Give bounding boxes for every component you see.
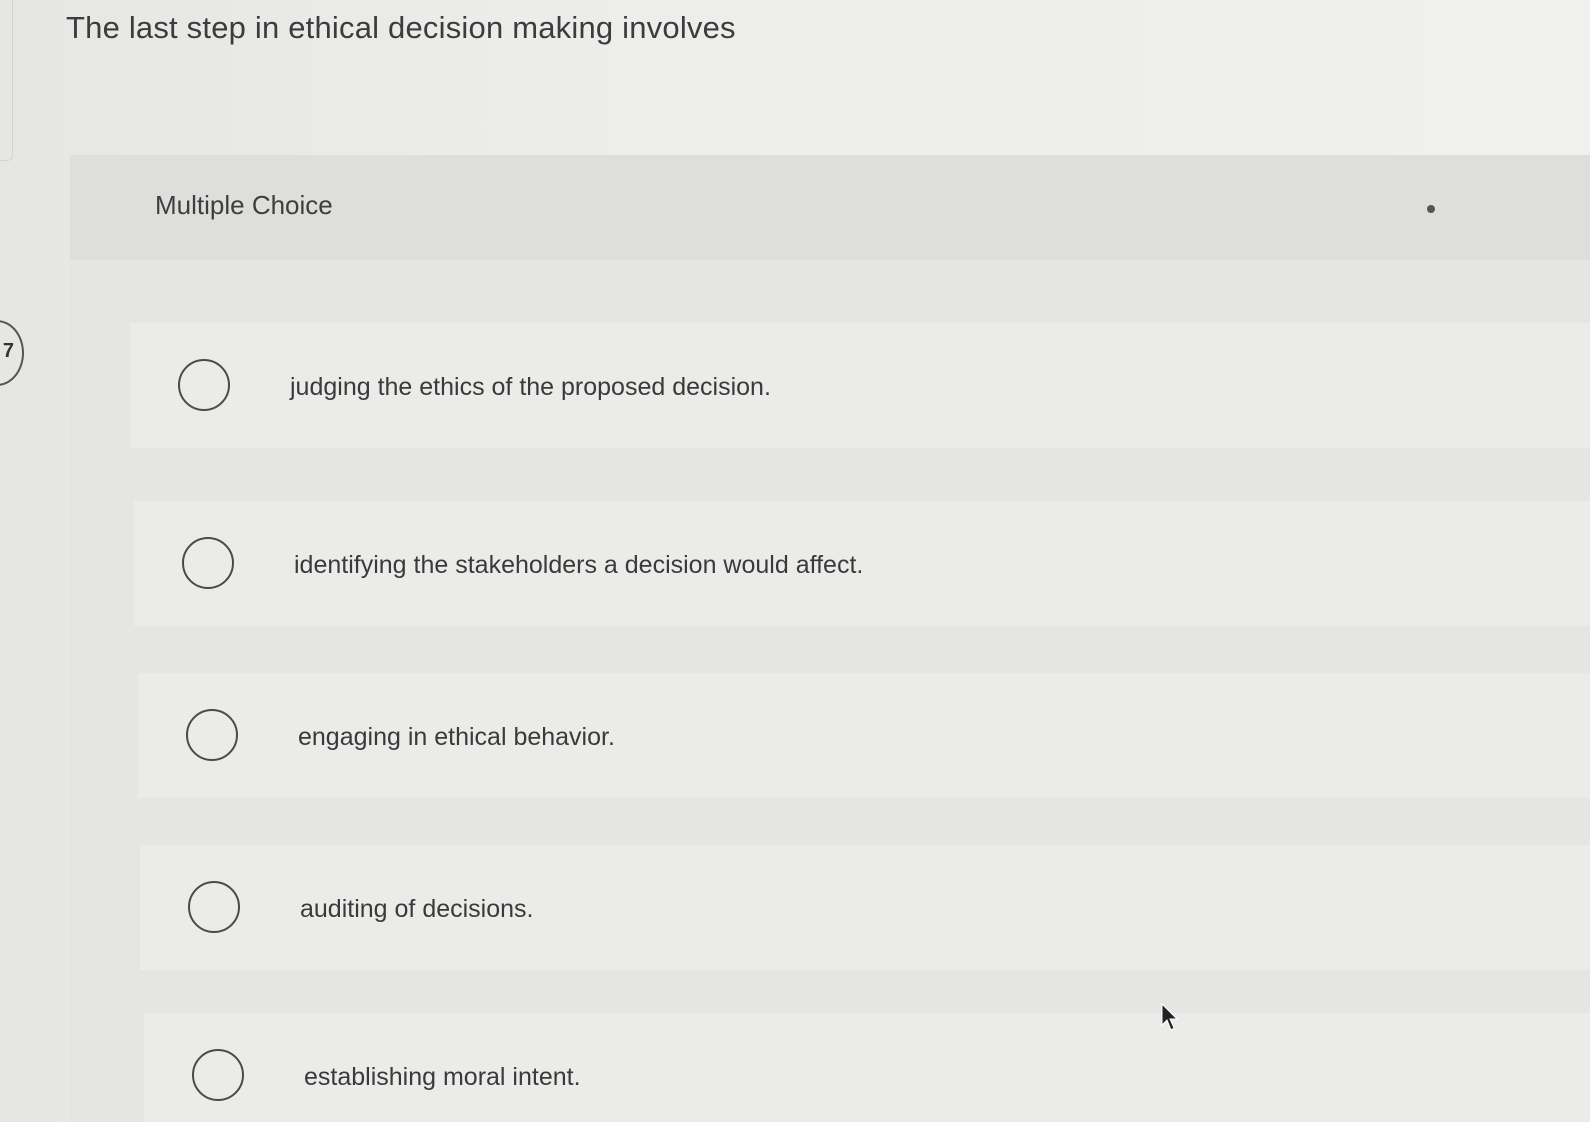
choice-label: judging the ethics of the proposed decis… (290, 373, 771, 401)
choice-option-2[interactable]: identifying the stakeholders a decision … (134, 501, 1590, 626)
mouse-pointer-icon (1161, 1003, 1179, 1031)
radio-button-icon[interactable] (188, 881, 240, 933)
choice-option-3[interactable]: engaging in ethical behavior. (138, 673, 1590, 798)
choice-option-4[interactable]: auditing of decisions. (140, 845, 1590, 970)
choice-option-5[interactable]: establishing moral intent. (144, 1013, 1590, 1122)
panel-header: Multiple Choice (70, 155, 1590, 260)
quiz-page: 7 The last step in ethical decision maki… (0, 0, 1590, 1122)
dot-marker (1427, 205, 1435, 213)
question-number-badge: 7 (0, 320, 24, 386)
radio-button-icon[interactable] (178, 359, 230, 411)
radio-button-icon[interactable] (192, 1049, 244, 1101)
question-number: 7 (2, 340, 14, 362)
question-type-label: Multiple Choice (155, 190, 333, 220)
radio-button-icon[interactable] (182, 537, 234, 589)
choice-label: engaging in ethical behavior. (298, 723, 615, 751)
choice-label: establishing moral intent. (304, 1063, 581, 1091)
choice-option-1[interactable]: judging the ethics of the proposed decis… (130, 323, 1590, 448)
answer-panel: Multiple Choice judging the ethics of th… (70, 155, 1590, 1122)
radio-button-icon[interactable] (186, 709, 238, 761)
question-text: The last step in ethical decision making… (66, 10, 736, 45)
choice-label: auditing of decisions. (300, 895, 534, 923)
choice-label: identifying the stakeholders a decision … (294, 551, 864, 579)
left-edge-border (0, 0, 13, 161)
